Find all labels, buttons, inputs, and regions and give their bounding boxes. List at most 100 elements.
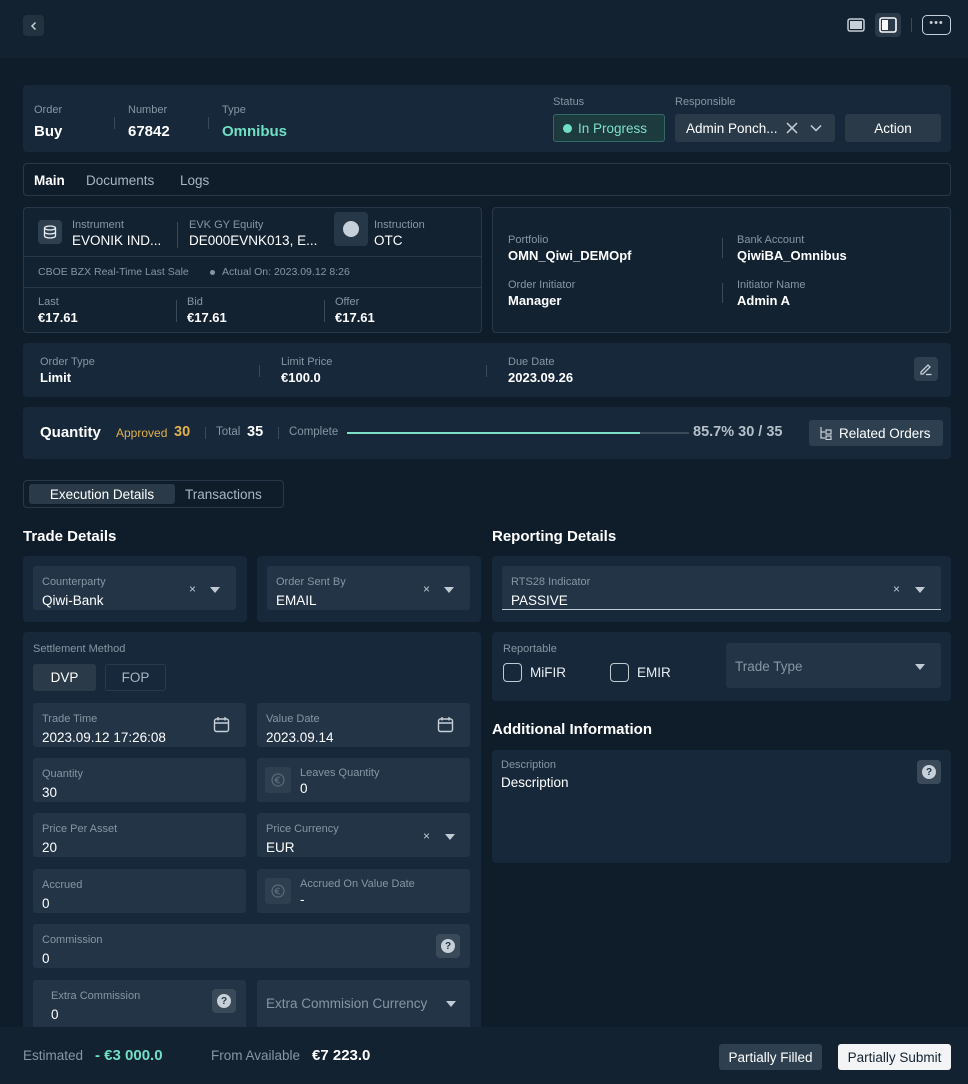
caret-down-icon[interactable]: [444, 587, 454, 593]
top-bar: •••: [0, 0, 968, 58]
price-currency-value: EUR: [266, 840, 295, 855]
responsible-value: Admin Ponch...: [686, 120, 778, 136]
tab-logs[interactable]: Logs: [180, 173, 209, 188]
trade-time-label: Trade Time: [42, 713, 98, 725]
offer-price: €17.61: [335, 310, 375, 325]
caret-down-icon[interactable]: [210, 587, 220, 593]
trade-time-value: 2023.09.12 17:26:08: [42, 730, 166, 745]
leaves-quantity-value: 0: [300, 781, 308, 796]
divider: [24, 256, 481, 257]
partially-filled-button[interactable]: Partially Filled: [719, 1044, 822, 1070]
view-controls: •••: [843, 13, 951, 37]
divider: [259, 365, 260, 377]
edit-button[interactable]: [914, 357, 938, 381]
related-orders-label: Related Orders: [839, 425, 931, 441]
clear-icon[interactable]: ×: [423, 829, 430, 843]
chevron-left-icon: [30, 21, 36, 30]
extra-commission-currency-select[interactable]: Extra Commision Currency: [257, 980, 470, 1027]
pencil-icon: [920, 364, 932, 376]
more-options-button[interactable]: •••: [922, 15, 951, 35]
clear-icon[interactable]: ×: [423, 582, 430, 596]
divider: [176, 300, 177, 322]
divider: [722, 283, 723, 303]
calendar-icon[interactable]: [213, 716, 230, 733]
price-currency-select[interactable]: Price Currency EUR ×: [257, 813, 470, 857]
single-panel-icon: [847, 18, 865, 32]
split-view-button[interactable]: [875, 13, 901, 37]
caret-down-icon[interactable]: [915, 587, 925, 593]
price-per-asset-input[interactable]: Price Per Asset 20: [33, 813, 246, 857]
tab-main[interactable]: Main: [34, 173, 65, 188]
portfolio-value: OMN_Qiwi_DEMOpf: [508, 248, 632, 263]
clear-icon[interactable]: ×: [189, 582, 196, 596]
single-view-button[interactable]: [843, 13, 869, 37]
trade-time-input[interactable]: Trade Time 2023.09.12 17:26:08: [33, 703, 246, 747]
divider: [278, 427, 279, 439]
help-button[interactable]: ?: [436, 934, 460, 958]
counterparty-label: Counterparty: [42, 576, 106, 588]
tab-documents[interactable]: Documents: [86, 173, 154, 188]
status-dot-icon: [563, 123, 572, 133]
back-button[interactable]: [23, 15, 44, 36]
main-tabs: Main Documents Logs: [23, 163, 951, 196]
initiator-name-label: Initiator Name: [737, 279, 806, 291]
settlement-fop[interactable]: FOP: [105, 664, 166, 691]
accrued-input[interactable]: Accrued 0: [33, 869, 246, 913]
footer-bar: Estimated - €3 000.0 From Available €7 2…: [0, 1027, 968, 1084]
divider: [911, 18, 912, 32]
last-label: Last: [38, 296, 59, 308]
euro-circle-icon: [271, 884, 285, 898]
clear-icon[interactable]: ×: [893, 582, 900, 596]
trade-type-select[interactable]: Trade Type: [726, 643, 941, 688]
bank-account-label: Bank Account: [737, 234, 805, 246]
partially-submit-button[interactable]: Partially Submit: [838, 1044, 951, 1070]
status-text: In Progress: [578, 120, 648, 136]
extra-commission-input[interactable]: Extra Commission 0 ?: [33, 980, 246, 1027]
action-button[interactable]: Action: [845, 114, 941, 142]
clear-icon[interactable]: [786, 122, 798, 134]
caret-down-icon[interactable]: [915, 664, 925, 670]
estimated-label: Estimated: [23, 1048, 84, 1063]
complete-label: Complete: [289, 426, 339, 438]
circle-icon: [343, 221, 359, 237]
instrument-panel: Instrument EVONIK IND... EVK GY Equity D…: [23, 207, 482, 333]
last-price: €17.61: [38, 310, 78, 325]
counterparty-select[interactable]: Counterparty Qiwi-Bank ×: [33, 566, 236, 610]
estimated-value: - €3 000.0: [95, 1047, 163, 1064]
responsible-select[interactable]: Admin Ponch...: [675, 114, 835, 142]
sent-by-label: Order Sent By: [276, 576, 346, 588]
settlement-dvp[interactable]: DVP: [33, 664, 96, 691]
calendar-icon[interactable]: [437, 716, 454, 733]
approved-label: Approved: [116, 426, 168, 440]
instrument-label: Instrument: [72, 219, 124, 231]
type-label: Type: [222, 104, 246, 116]
status-badge[interactable]: In Progress: [553, 114, 665, 142]
sent-by-select[interactable]: Order Sent By EMAIL ×: [267, 566, 470, 610]
tab-execution-details[interactable]: Execution Details: [29, 484, 175, 504]
help-button[interactable]: ?: [917, 760, 941, 784]
rts28-select[interactable]: RTS28 Indicator PASSIVE ×: [502, 566, 941, 610]
portfolio-panel: Portfolio OMN_Qiwi_DEMOpf Bank Account Q…: [492, 207, 951, 333]
mifir-checkbox[interactable]: [503, 663, 522, 682]
chevron-down-icon[interactable]: [810, 123, 822, 133]
ellipsis-icon: •••: [929, 17, 944, 29]
instruction-value: OTC: [374, 233, 403, 248]
caret-down-icon[interactable]: [446, 1001, 456, 1007]
instrument-icon: [38, 220, 62, 244]
limit-price-label: Limit Price: [281, 356, 333, 368]
bank-account-value: QiwiBA_Omnibus: [737, 248, 847, 263]
value-date-input[interactable]: Value Date 2023.09.14: [257, 703, 470, 747]
help-button[interactable]: ?: [212, 989, 236, 1013]
quantity-input[interactable]: Quantity 30: [33, 758, 246, 802]
divider: [722, 238, 723, 258]
reportable-group: Reportable MiFIR EMIR Trade Type: [492, 632, 951, 701]
commission-input[interactable]: Commission 0 ?: [33, 924, 470, 968]
instrument-value: EVONIK IND...: [72, 233, 162, 248]
description-input[interactable]: Description: [501, 775, 569, 790]
related-orders-button[interactable]: Related Orders: [809, 420, 943, 446]
tab-transactions[interactable]: Transactions: [185, 487, 262, 502]
caret-down-icon[interactable]: [445, 834, 455, 840]
bullet-icon: [210, 270, 215, 275]
initiator-name-value: Admin A: [737, 293, 790, 308]
emir-checkbox[interactable]: [610, 663, 629, 682]
